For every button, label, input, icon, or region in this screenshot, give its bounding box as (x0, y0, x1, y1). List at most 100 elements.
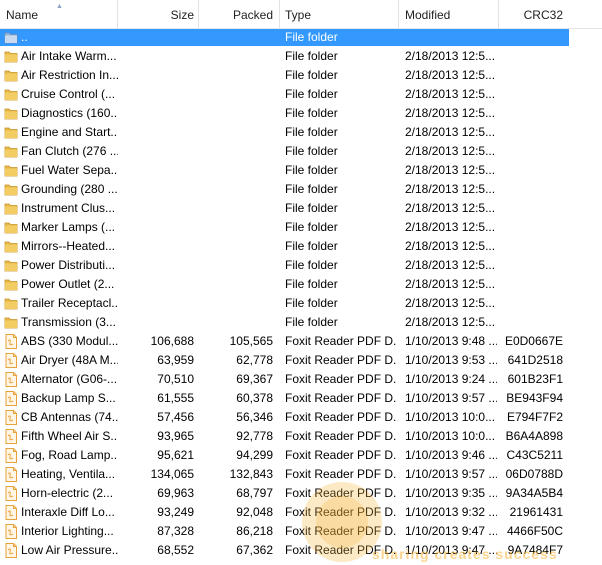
column-header-packed[interactable]: Packed (202, 0, 273, 28)
row-modified: 2/18/2013 12:5... (405, 144, 496, 158)
folder-icon (4, 125, 18, 140)
folder-icon (4, 49, 18, 64)
row-packed (199, 161, 273, 180)
column-divider[interactable] (498, 0, 499, 28)
row-type: File folder (285, 239, 338, 253)
file-row[interactable]: Heating, Ventila... 134,065 132,843 Foxit R… (0, 465, 602, 484)
folder-row[interactable]: Fan Clutch (276 ... File folder 2/18/2013 … (0, 142, 602, 161)
row-packed (199, 256, 273, 275)
file-row[interactable]: ABS (330 Modul... 106,688 105,565 Foxit Rea… (0, 332, 602, 351)
pdf-file-icon (4, 524, 18, 539)
row-type: Foxit Reader PDF D... (285, 410, 397, 424)
file-row[interactable]: Horn-electric (2... 69,963 68,797 Foxit Rea… (0, 484, 602, 503)
row-crc32 (500, 66, 563, 85)
row-packed: 94,299 (236, 448, 273, 462)
column-header-size[interactable]: Size (121, 0, 194, 28)
row-packed (199, 66, 273, 85)
column-header-crc32[interactable]: CRC32 (502, 0, 563, 28)
row-type: Foxit Reader PDF D... (285, 486, 397, 500)
folder-row[interactable]: Trailer Receptacl... File folder 2/18/2013… (0, 294, 602, 313)
row-crc32 (500, 275, 563, 294)
row-name: Marker Lamps (... (21, 220, 116, 234)
column-divider[interactable] (198, 0, 199, 28)
file-row[interactable]: Fifth Wheel Air S... 93,965 92,778 Foxit Re… (0, 427, 602, 446)
column-header-bar: Name ▲ Size Packed Type Modified CRC32 (0, 0, 602, 29)
row-type: Foxit Reader PDF D... (285, 467, 397, 481)
row-name: Diagnostics (160... (21, 106, 118, 120)
row-modified: 1/10/2013 9:24 ... (405, 372, 497, 386)
row-size (122, 142, 194, 161)
file-row[interactable]: Backup Lamp S... 61,555 60,378 Foxit Reader… (0, 389, 602, 408)
row-type: File folder (285, 144, 338, 158)
row-modified: 1/10/2013 9:35 ... (405, 486, 497, 500)
folder-row[interactable]: Engine and Start... File folder 2/18/2013 … (0, 123, 602, 142)
folder-row[interactable]: Transmission (3... File folder 2/18/2013 1… (0, 313, 602, 332)
row-size (122, 123, 194, 142)
row-name: CB Antennas (74... (21, 410, 118, 424)
file-row[interactable]: CB Antennas (74... 57,456 56,346 Foxit Read… (0, 408, 602, 427)
row-packed (199, 180, 273, 199)
row-packed: 86,218 (236, 524, 273, 538)
row-packed: 92,778 (236, 429, 273, 443)
pdf-file-icon (4, 543, 18, 558)
row-crc32: 641D2518 (507, 353, 563, 367)
row-modified: 2/18/2013 12:5... (405, 239, 496, 253)
row-modified: 2/18/2013 12:5... (405, 315, 496, 329)
folder-row[interactable]: Air Restriction In... File folder 2/18/201… (0, 66, 602, 85)
folder-row[interactable]: Cruise Control (... File folder 2/18/2013 … (0, 85, 602, 104)
folder-row[interactable]: Fuel Water Sepa... File folder 2/18/2013 1… (0, 161, 602, 180)
column-divider[interactable] (398, 0, 399, 28)
row-type: File folder (285, 49, 338, 63)
folder-row[interactable]: Power Outlet (2... File folder 2/18/2013 1… (0, 275, 602, 294)
row-packed (199, 47, 273, 66)
row-crc32 (500, 218, 563, 237)
column-divider[interactable] (117, 0, 118, 28)
row-packed (199, 275, 273, 294)
row-crc32: 21961431 (509, 505, 563, 519)
folder-row[interactable]: Instrument Clus... File folder 2/18/2013 1… (0, 199, 602, 218)
row-modified: 2/18/2013 12:5... (405, 296, 496, 310)
row-name: Fuel Water Sepa... (21, 163, 118, 177)
row-name: Transmission (3... (21, 315, 116, 329)
file-row[interactable]: Air Dryer (48A M... 63,959 62,778 Foxit Rea… (0, 351, 602, 370)
parent-folder-icon (4, 30, 18, 45)
column-header-modified[interactable]: Modified (405, 0, 495, 28)
folder-row[interactable]: Power Distributi... File folder 2/18/2013 … (0, 256, 602, 275)
folder-row[interactable]: Diagnostics (160... File folder 2/18/2013 … (0, 104, 602, 123)
row-type: File folder (285, 296, 338, 310)
file-row[interactable]: Interior Lighting... 87,328 86,218 Foxit Re… (0, 522, 602, 541)
row-type: File folder (285, 315, 338, 329)
folder-row[interactable]: .. File folder (0, 28, 602, 47)
folder-icon (4, 315, 18, 330)
folder-icon (4, 144, 18, 159)
folder-row[interactable]: Mirrors--Heated... File folder 2/18/2013 1… (0, 237, 602, 256)
file-row[interactable]: Interaxle Diff Lo... 93,249 92,048 Foxit Re… (0, 503, 602, 522)
folder-row[interactable]: Marker Lamps (... File folder 2/18/2013 12… (0, 218, 602, 237)
column-header-type[interactable]: Type (285, 0, 395, 28)
row-type: Foxit Reader PDF D... (285, 448, 397, 462)
row-packed: 105,565 (229, 334, 273, 348)
row-modified: 2/18/2013 12:5... (405, 49, 496, 63)
row-modified: 2/18/2013 12:5... (405, 163, 496, 177)
folder-row[interactable]: Air Intake Warm... File folder 2/18/2013 1… (0, 47, 602, 66)
file-row[interactable]: Fog, Road Lamp... 95,621 94,299 Foxit Reade… (0, 446, 602, 465)
row-crc32: 601B23F1 (507, 372, 563, 386)
row-packed: 62,778 (236, 353, 273, 367)
file-row[interactable]: Alternator (G06-... 70,510 69,367 Foxit Rea… (0, 370, 602, 389)
row-size (122, 199, 194, 218)
folder-row[interactable]: Grounding (280 ... File folder 2/18/2013 1… (0, 180, 602, 199)
column-divider[interactable] (279, 0, 280, 28)
row-type: File folder (285, 182, 338, 196)
row-packed (199, 85, 273, 104)
folder-icon (4, 182, 18, 197)
pdf-file-icon (4, 353, 18, 368)
row-name: Grounding (280 ... (21, 182, 118, 196)
row-size: 93,965 (157, 429, 194, 443)
folder-icon (4, 68, 18, 83)
row-name: ABS (330 Modul... (21, 334, 118, 348)
row-name: Trailer Receptacl... (21, 296, 118, 310)
row-name: Cruise Control (... (21, 87, 116, 101)
file-row[interactable]: Low Air Pressure... 68,552 67,362 Foxit Rea… (0, 541, 602, 560)
row-packed (199, 313, 273, 332)
row-modified: 1/10/2013 10:0... (405, 410, 496, 424)
